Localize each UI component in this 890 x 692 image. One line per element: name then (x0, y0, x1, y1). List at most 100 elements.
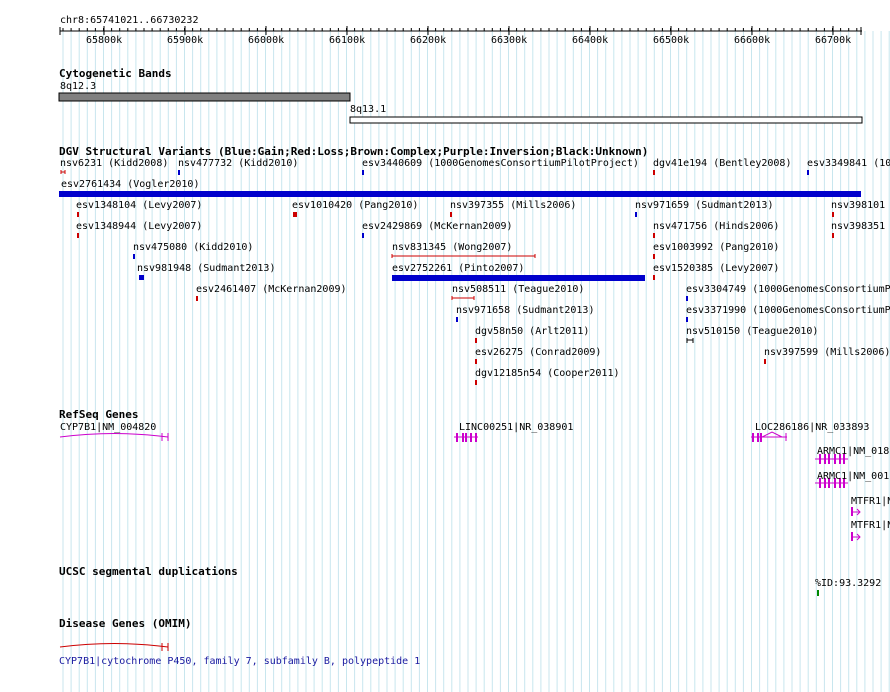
dgv-feature-mark (362, 233, 364, 238)
dgv-feature-mark (77, 212, 79, 217)
ruler-tick-label: 66400k (572, 35, 609, 46)
dgv-feature-label[interactable]: esv1348104 (Levy2007) (76, 200, 202, 211)
dgv-feature-mark (653, 275, 655, 280)
refseq-track-title: RefSeq Genes (59, 408, 139, 421)
dgv-feature-label[interactable]: esv1348944 (Levy2007) (76, 221, 202, 232)
segdup-label[interactable]: %ID:93.3292 (815, 578, 881, 589)
dgv-feature-mark (196, 296, 198, 301)
dgv-feature-mark (450, 212, 452, 217)
omim-gene-description[interactable]: CYP7B1|cytochrome P450, family 7, subfam… (59, 656, 420, 667)
omim-track-title: Disease Genes (OMIM) (59, 617, 192, 630)
refseq-gene-label[interactable]: MTFR1|N (851, 496, 890, 507)
dgv-feature-label[interactable]: nsv475080 (Kidd2010) (133, 242, 253, 253)
dgv-feature-mark (362, 170, 364, 175)
gene-linc00251-exon (456, 433, 458, 442)
dgv-feature-label[interactable]: esv3349841 (10 (807, 158, 890, 169)
gene-mtfr1-arrow (853, 533, 861, 541)
dgv-feature-mark (77, 233, 79, 238)
gene-mtfr1-exon (851, 532, 853, 541)
dgv-feature-bar (392, 275, 645, 281)
dgv-feature-mark (475, 359, 477, 364)
ruler-tick-label: 65800k (86, 35, 123, 46)
dgv-feature-bar (59, 191, 861, 197)
dgv-feature-label[interactable]: nsv398101 (831, 200, 885, 211)
dgv-feature-label[interactable]: esv1003992 (Pang2010) (653, 242, 779, 253)
refseq-gene-label[interactable]: LOC286186|NR_033893 (755, 422, 869, 433)
dgv-feature-mark (293, 212, 297, 217)
gene-loc286186-exon (760, 433, 762, 442)
dgv-feature-mark (807, 170, 809, 175)
ruler-tick-label: 66300k (491, 35, 528, 46)
dgv-feature-label[interactable]: nsv831345 (Wong2007) (392, 242, 512, 253)
gene-cyp7b1-intron (59, 433, 169, 438)
feature-layer (58, 26, 863, 651)
dgv-feature-label[interactable]: esv2429869 (McKernan2009) (362, 221, 513, 232)
ruler-tick-label: 66500k (653, 35, 690, 46)
dgv-feature-label[interactable]: dgv12185n54 (Cooper2011) (475, 368, 620, 379)
dgv-feature-mark (686, 296, 688, 301)
dgv-feature-mark (475, 338, 477, 343)
dgv-feature-mark (686, 317, 688, 322)
dgv-feature-mark (456, 317, 458, 322)
dgv-feature-label[interactable]: nsv981948 (Sudmant2013) (137, 263, 275, 274)
dgv-feature-label[interactable]: nsv6231 (Kidd2008) (60, 158, 168, 169)
dgv-feature-mark (653, 254, 655, 259)
dgv-feature-label[interactable]: esv2461407 (McKernan2009) (196, 284, 347, 295)
refseq-gene-label[interactable]: LINC00251|NR_038901 (459, 422, 573, 433)
dgv-feature-label[interactable]: nsv971658 (Sudmant2013) (456, 305, 594, 316)
dgv-feature-mark (653, 170, 655, 175)
dgv-feature-label[interactable]: esv1010420 (Pang2010) (292, 200, 418, 211)
dgv-feature-label[interactable]: nsv971659 (Sudmant2013) (635, 200, 773, 211)
gene-mtfr1-arrow (853, 508, 861, 516)
cytoband-8q13-1 (349, 116, 863, 124)
gene-linc00251-exon (470, 433, 472, 442)
dgv-feature-mark (635, 212, 637, 217)
ruler-tick-label: 66600k (734, 35, 771, 46)
cytoband-8q12-3 (58, 92, 351, 102)
dgv-feature-label[interactable]: esv1520385 (Levy2007) (653, 263, 779, 274)
dgv-feature-label[interactable]: esv2761434 (Vogler2010) (61, 179, 199, 190)
refseq-gene-label[interactable]: CYP7B1|NM_004820 (60, 422, 156, 433)
dgv-feature-label[interactable]: nsv508511 (Teague2010) (452, 284, 584, 295)
refseq-gene-label[interactable]: ARMC1|NM_001 (817, 471, 889, 482)
dgv-feature-label[interactable]: nsv398351 (831, 221, 885, 232)
dgv-feature-mark (764, 359, 766, 364)
dgv-feature-label[interactable]: esv2752261 (Pinto2007) (392, 263, 524, 274)
dgv-feature-mark (653, 233, 655, 238)
cytoband-label: 8q13.1 (350, 104, 387, 115)
segdup-mark (817, 590, 819, 596)
cytoband-label: 8q12.3 (60, 81, 97, 92)
ruler-tick-label: 66100k (329, 35, 366, 46)
ruler-tick-label: 65900k (167, 35, 204, 46)
ruler-tick-label: 66200k (410, 35, 447, 46)
dgv-feature-mark (139, 275, 144, 280)
dgv-feature-mark (133, 254, 135, 259)
dgv-feature-label[interactable]: nsv477732 (Kidd2010) (178, 158, 298, 169)
gene-mtfr1-exon (851, 507, 853, 516)
gene-loc286186-exon (752, 433, 754, 442)
dgv-feature-label[interactable]: nsv510150 (Teague2010) (686, 326, 818, 337)
dgv-feature-mark (832, 212, 834, 217)
ruler-tick-label: 66700k (815, 35, 852, 46)
dgv-track-title: DGV Structural Variants (Blue:Gain;Red:L… (59, 145, 649, 158)
dgv-feature-mark (475, 380, 477, 385)
refseq-gene-label[interactable]: ARMC1|NM_018 (817, 446, 889, 457)
dgv-feature-label[interactable]: esv3440609 (1000GenomesConsortiumPilotPr… (362, 158, 639, 169)
dgv-feature-label[interactable]: nsv397355 (Mills2006) (450, 200, 576, 211)
dgv-feature-label[interactable]: esv3371990 (1000GenomesConsortiumP (686, 305, 890, 316)
dgv-feature-mark (178, 170, 180, 175)
gene-linc00251-exon (465, 433, 467, 442)
dgv-feature-label[interactable]: dgv58n50 (Arlt2011) (475, 326, 589, 337)
dgv-feature-mark (832, 233, 834, 238)
omim-gene-intron (59, 643, 169, 648)
ruler-tick-label: 66000k (248, 35, 285, 46)
dgv-feature-label[interactable]: esv26275 (Conrad2009) (475, 347, 601, 358)
dgv-feature-label[interactable]: nsv397599 (Mills2006) (764, 347, 890, 358)
dgv-feature-label[interactable]: nsv471756 (Hinds2006) (653, 221, 779, 232)
gene-loc286186-exon (757, 433, 759, 442)
dgv-feature-label[interactable]: dgv41e194 (Bentley2008) (653, 158, 791, 169)
refseq-gene-label[interactable]: MTFR1|N (851, 520, 890, 531)
genome-browser-view: chr8:65741021..66730232 65800k 65900k 6600… (0, 0, 890, 692)
dgv-feature-label[interactable]: esv3304749 (1000GenomesConsortiumP (686, 284, 890, 295)
cytoband-track-title: Cytogenetic Bands (59, 67, 172, 80)
